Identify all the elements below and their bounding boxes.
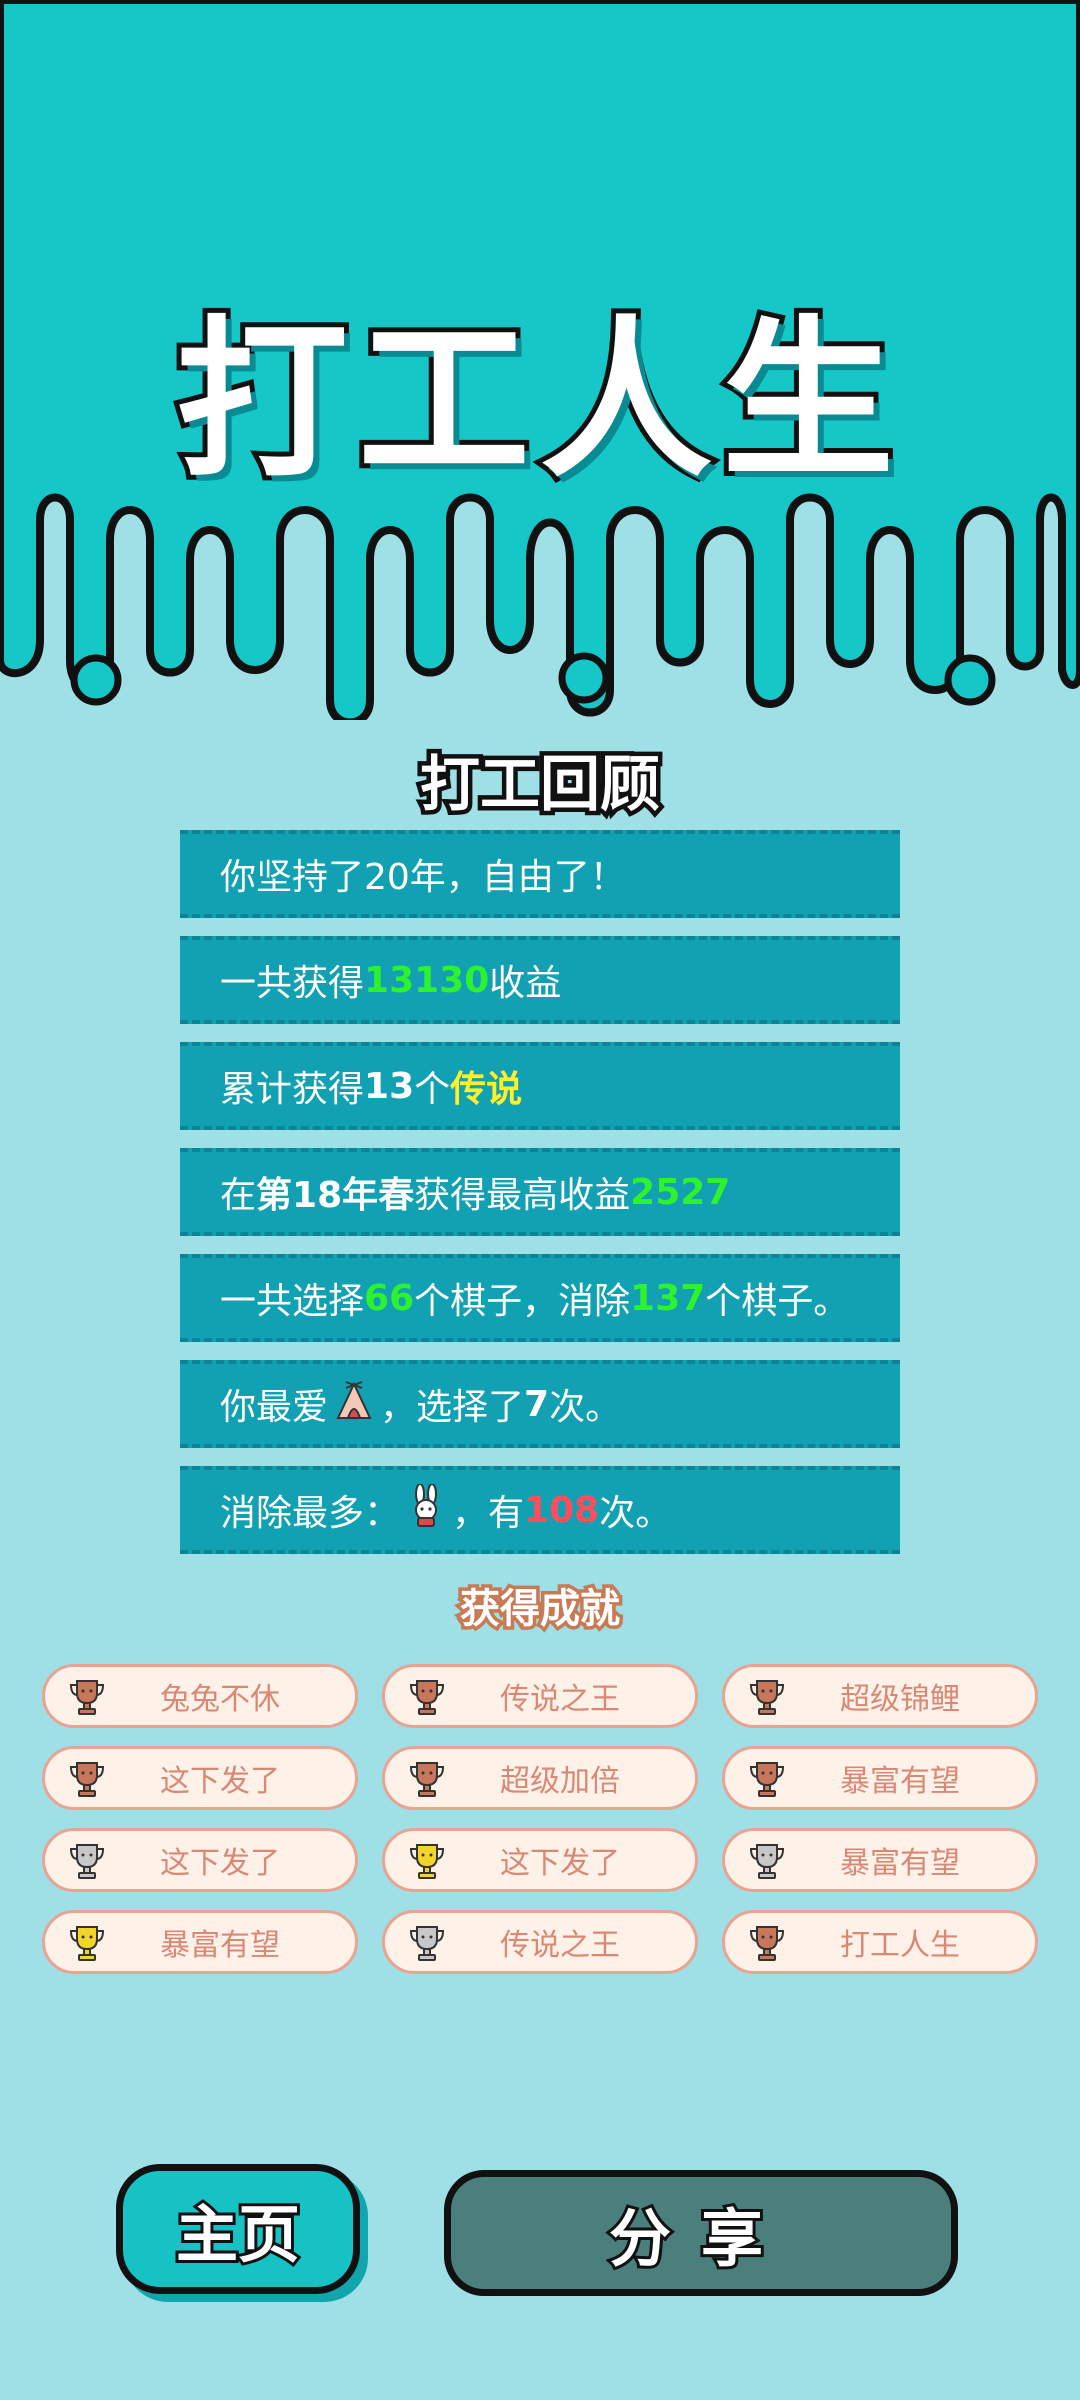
bronze-trophy-icon	[67, 1759, 107, 1799]
bronze-trophy-icon	[407, 1759, 447, 1799]
achievement-badge: 传说之王	[382, 1910, 698, 1974]
stat-text: 获得最高收益	[414, 1175, 631, 1216]
review-stats-list: 你坚持了20年，自由了！ 一共获得 13130 收益 累计获得 13 个传说在 第18年春 …	[180, 830, 900, 1572]
stat-text: 2527	[630, 1171, 731, 1213]
stat-text: 收益	[489, 963, 562, 1004]
review-stat-row: 消除最多： ，有 108 次。	[180, 1466, 900, 1554]
stat-text: 108	[524, 1489, 600, 1531]
stat-text: 次。	[549, 1387, 622, 1428]
achievement-badge: 超级锦鲤	[722, 1664, 1038, 1728]
stat-text: 137	[630, 1277, 706, 1319]
achievement-badge: 暴富有望	[722, 1828, 1038, 1892]
achievement-badge: 这下发了	[42, 1828, 358, 1892]
achievement-badge: 打工人生	[722, 1910, 1038, 1974]
stat-text: 第18年春	[256, 1175, 415, 1216]
home-button[interactable]: 主页	[116, 2164, 360, 2294]
bronze-trophy-icon	[747, 1677, 787, 1717]
silver-trophy-icon	[67, 1841, 107, 1881]
achievement-badge: 这下发了	[382, 1828, 698, 1892]
review-stat-row: 在 第18年春 获得最高收益 2527	[180, 1148, 900, 1236]
gold-trophy-icon	[407, 1841, 447, 1881]
achievements-grid: 兔兔不休 传说之王 超级锦鲤 这下发了 超级加倍 暴富有望 这下发了 这下发了 暴富有望 暴富有望…	[42, 1664, 1038, 1974]
share-button[interactable]: 分享	[444, 2170, 958, 2296]
review-stat-row: 累计获得 13 个传说	[180, 1042, 900, 1130]
gold-trophy-icon	[67, 1923, 107, 1963]
achievements-title: 获得成就	[457, 1583, 624, 1636]
stat-text: 7	[524, 1383, 550, 1425]
stat-text: 一共获得	[220, 963, 365, 1004]
stat-text: 传说	[450, 1069, 523, 1110]
review-title: 打工回顾	[416, 746, 665, 825]
review-stat-row: 你坚持了20年，自由了！	[180, 830, 900, 918]
stat-text: 累计获得	[220, 1069, 365, 1110]
achievement-badge: 暴富有望	[42, 1910, 358, 1974]
achievement-badge: 暴富有望	[722, 1746, 1038, 1810]
review-stat-row: 一共选择 66 个棋子，消除 137 个棋子。	[180, 1254, 900, 1342]
stat-text: 个	[414, 1069, 451, 1110]
rabbit-icon	[404, 1482, 448, 1537]
game-title: 打工人生	[171, 295, 904, 506]
silver-trophy-icon	[407, 1923, 447, 1963]
bronze-trophy-icon	[747, 1923, 787, 1963]
stat-text: 13	[364, 1065, 415, 1107]
achievement-badge: 传说之王	[382, 1664, 698, 1728]
stat-text: 消除最多：	[220, 1493, 401, 1534]
stat-text: 66	[364, 1277, 415, 1319]
review-stat-row: 一共获得 13130 收益	[180, 936, 900, 1024]
stat-text: 个棋子。	[705, 1281, 850, 1322]
achievement-badge: 超级加倍	[382, 1746, 698, 1810]
achievement-badge: 这下发了	[42, 1746, 358, 1810]
bronze-trophy-icon	[67, 1677, 107, 1717]
stat-text: 一共选择	[220, 1281, 365, 1322]
bronze-trophy-icon	[407, 1677, 447, 1717]
stat-text: 次。	[599, 1493, 672, 1534]
stat-text: ，选择了	[380, 1387, 525, 1428]
tent-icon	[332, 1378, 376, 1431]
stat-text: 你坚持了20年，自由了！	[220, 857, 626, 898]
stat-text: 你最爱	[220, 1387, 329, 1428]
review-stat-row: 你最爱 ，选择了 7 次。	[180, 1360, 900, 1448]
stat-text: 在	[220, 1175, 257, 1216]
stat-text: ，有	[452, 1493, 525, 1534]
bronze-trophy-icon	[747, 1759, 787, 1799]
silver-trophy-icon	[747, 1841, 787, 1881]
achievement-badge: 兔兔不休	[42, 1664, 358, 1728]
stat-text: 个棋子，消除	[414, 1281, 631, 1322]
stat-text: 13130	[364, 959, 490, 1001]
